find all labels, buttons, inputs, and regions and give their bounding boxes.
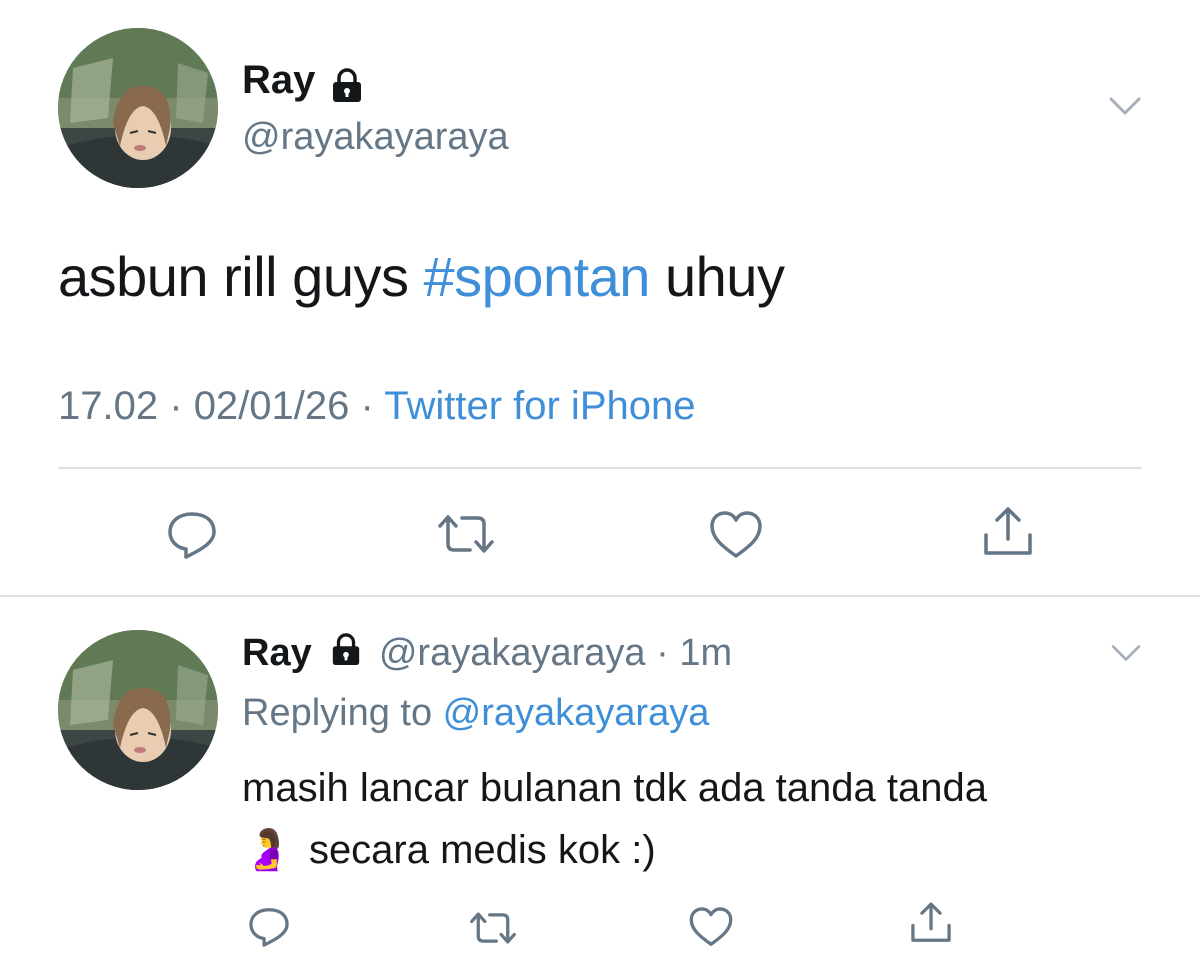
reply-text-line2: 🤰 secara medis kok :) xyxy=(242,826,656,873)
share-icon[interactable] xyxy=(980,505,1036,559)
retweet-icon[interactable] xyxy=(436,512,496,556)
tweet-text: asbun rill guys #spontan uhuy xyxy=(58,244,785,309)
reply-handle[interactable]: @rayakayaraya xyxy=(379,632,646,674)
tweet-meta: 17.02 · 02/01/26 · Twitter for iPhone xyxy=(58,384,695,429)
share-icon[interactable] xyxy=(908,900,954,946)
lock-icon xyxy=(330,633,362,677)
lock-icon xyxy=(330,68,364,109)
hashtag-link[interactable]: #spontan xyxy=(424,245,651,308)
handle[interactable]: @rayakayaraya xyxy=(242,116,509,159)
replying-to-handle[interactable]: @rayakayaraya xyxy=(443,692,710,734)
pregnant-emoji: 🤰 xyxy=(242,827,292,873)
like-icon[interactable] xyxy=(688,906,734,948)
replying-to-label: Replying to xyxy=(242,692,443,734)
meta-separator: · xyxy=(656,632,669,674)
divider xyxy=(58,467,1142,469)
reply-text-line2-text: secara medis kok :) xyxy=(308,828,656,872)
client-link[interactable]: Twitter for iPhone xyxy=(384,384,695,428)
display-name[interactable]: Ray xyxy=(242,58,315,102)
replying-to: Replying to @rayakayaraya xyxy=(242,692,709,735)
chevron-down-icon[interactable] xyxy=(1110,642,1142,669)
tweet-time: 17.02 xyxy=(58,384,159,428)
tweet-text-end: uhuy xyxy=(649,245,785,308)
reply-text-line1: masih lancar bulanan tdk ada tanda tanda xyxy=(242,766,987,810)
avatar[interactable] xyxy=(58,28,218,188)
tweet-date: 02/01/26 xyxy=(193,384,350,428)
meta-separator: · xyxy=(360,384,374,428)
reply-age: 1m xyxy=(679,632,733,674)
meta-separator: · xyxy=(169,384,183,428)
reply-icon[interactable] xyxy=(164,510,220,560)
reply-display-name[interactable]: Ray xyxy=(242,632,312,674)
reply-icon[interactable] xyxy=(246,906,292,948)
tweet-text-start: asbun rill guys xyxy=(58,245,424,308)
like-icon[interactable] xyxy=(708,510,764,560)
retweet-icon[interactable] xyxy=(468,910,518,946)
reply-avatar[interactable] xyxy=(58,630,218,790)
thread-divider xyxy=(0,595,1200,597)
chevron-down-icon[interactable] xyxy=(1108,94,1142,123)
reply-header: Ray @rayakayaraya · 1m xyxy=(242,632,732,677)
